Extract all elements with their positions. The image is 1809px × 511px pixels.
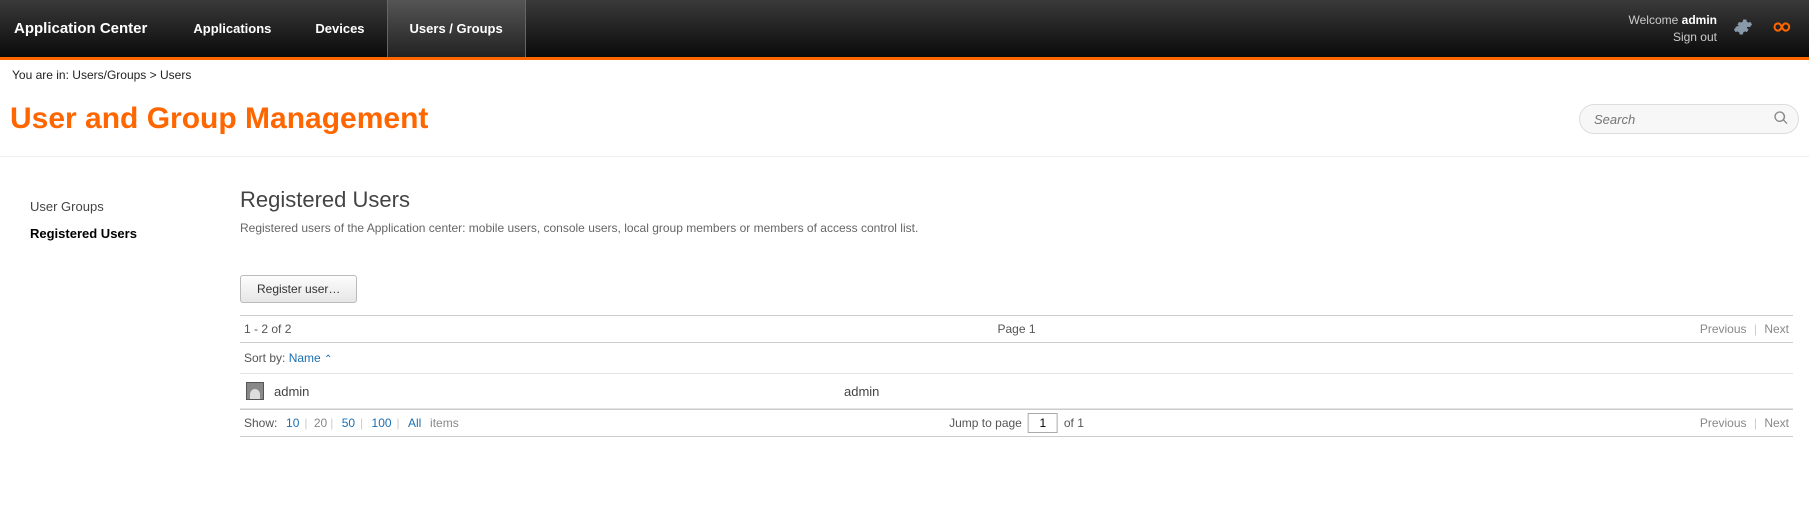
jump-page-input[interactable] (1028, 413, 1058, 433)
nav-tabs: Applications Devices Users / Groups (171, 0, 525, 57)
prev-link-top[interactable]: Previous (1700, 322, 1747, 336)
title-row: User and Group Management (0, 90, 1809, 157)
row-display: admin (844, 384, 879, 399)
main-content: Registered Users Registered users of the… (220, 187, 1799, 437)
show-10[interactable]: 10 (286, 416, 299, 430)
breadcrumb-path: Users/Groups > Users (72, 68, 191, 82)
table-row[interactable]: admin admin (240, 373, 1793, 408)
page-title: User and Group Management (10, 102, 428, 136)
tab-users-groups[interactable]: Users / Groups (387, 0, 526, 57)
search-box (1579, 104, 1799, 134)
header: Application Center Applications Devices … (0, 0, 1809, 60)
username: admin (1682, 13, 1717, 27)
infinity-icon (1769, 16, 1791, 41)
show-100[interactable]: 100 (372, 416, 392, 430)
show-20[interactable]: 20 (314, 416, 327, 430)
section-description: Registered users of the Application cent… (240, 221, 1793, 235)
items-suffix: items (430, 416, 459, 430)
next-link-bottom[interactable]: Next (1764, 416, 1789, 430)
tab-devices[interactable]: Devices (293, 0, 386, 57)
app-title: Application Center (0, 20, 171, 37)
user-avatar-icon (246, 382, 264, 400)
sidebar-item-registered-users[interactable]: Registered Users (10, 220, 220, 247)
range-label: 1 - 2 of 2 (244, 322, 291, 336)
gear-icon[interactable] (1733, 17, 1753, 40)
next-link-top[interactable]: Next (1764, 322, 1789, 336)
jump-label: Jump to page (949, 416, 1022, 430)
show-label: Show: (244, 416, 277, 430)
sidebar-item-user-groups[interactable]: User Groups (10, 193, 220, 220)
jump-suffix: of 1 (1064, 416, 1084, 430)
breadcrumb-prefix: You are in: (12, 68, 72, 82)
section-title: Registered Users (240, 187, 1793, 213)
show-50[interactable]: 50 (342, 416, 355, 430)
sign-out-link[interactable]: Sign out (1629, 29, 1717, 46)
search-input[interactable] (1579, 104, 1799, 134)
pager-top: 1 - 2 of 2 Page 1 Previous | Next (240, 315, 1793, 343)
pager-bottom: Show: 10| 20| 50| 100| All items Jump to… (240, 409, 1793, 437)
sort-column[interactable]: Name ⌃ (289, 351, 333, 365)
row-name: admin (274, 384, 844, 399)
page-label: Page 1 (997, 322, 1035, 336)
show-all[interactable]: All (408, 416, 421, 430)
header-right: Welcome admin Sign out (1629, 12, 1809, 46)
breadcrumb: You are in: Users/Groups > Users (0, 60, 1809, 90)
tab-applications[interactable]: Applications (171, 0, 293, 57)
sidebar: User Groups Registered Users (10, 187, 220, 437)
search-icon[interactable] (1773, 110, 1789, 129)
register-user-button[interactable]: Register user… (240, 275, 357, 303)
sort-label: Sort by: (244, 351, 289, 365)
welcome-prefix: Welcome (1629, 13, 1682, 27)
prev-link-bottom[interactable]: Previous (1700, 416, 1747, 430)
welcome-block: Welcome admin Sign out (1629, 12, 1717, 46)
sort-row: Sort by: Name ⌃ (240, 343, 1793, 373)
sort-arrow-icon: ⌃ (324, 354, 332, 365)
